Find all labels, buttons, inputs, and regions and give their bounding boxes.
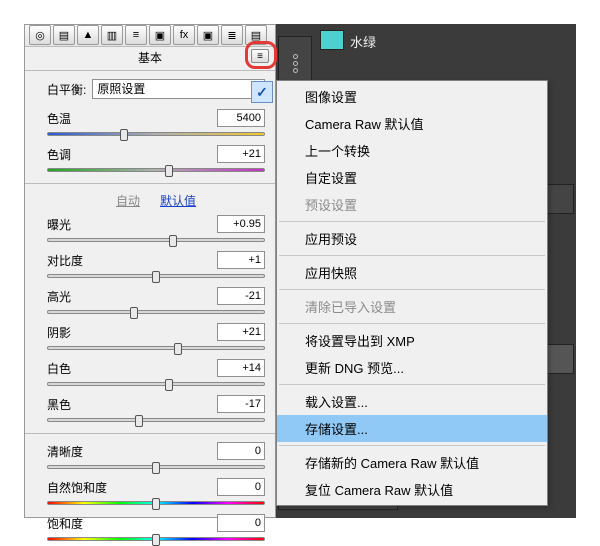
exposure-thumb[interactable]	[169, 235, 177, 247]
menu-update-dng[interactable]: 更新 DNG 预览...	[277, 354, 547, 381]
highlights-thumb[interactable]	[130, 307, 138, 319]
slider-exposure: 曝光	[47, 215, 265, 245]
saturation-value[interactable]	[217, 514, 265, 532]
exposure-value[interactable]	[217, 215, 265, 233]
tab-lens-icon[interactable]: ▣	[149, 25, 171, 45]
tab-presets-icon[interactable]: ≣	[221, 25, 243, 45]
tint-value[interactable]	[217, 145, 265, 163]
highlights-label: 高光	[47, 288, 71, 305]
tint-label: 色调	[47, 146, 71, 163]
color-swatch[interactable]	[320, 30, 344, 50]
tab-camera-icon[interactable]: ▣	[197, 25, 219, 45]
contrast-label: 对比度	[47, 252, 83, 269]
menu-image-settings[interactable]: 图像设置	[277, 83, 547, 110]
temp-thumb[interactable]	[120, 129, 128, 141]
panel-title-text: 基本	[138, 51, 162, 65]
menu-export-xmp[interactable]: 将设置导出到 XMP	[277, 327, 547, 354]
vibrance-thumb[interactable]	[152, 498, 160, 510]
exposure-label: 曝光	[47, 216, 71, 233]
blacks-thumb[interactable]	[135, 415, 143, 427]
tab-hsl-icon[interactable]: ▥	[101, 25, 123, 45]
slider-blacks: 黑色	[47, 395, 265, 425]
menu-save-new-defaults[interactable]: 存储新的 Camera Raw 默认值	[277, 449, 547, 476]
menu-apply-preset[interactable]: 应用预设	[277, 225, 547, 252]
host-block-1	[544, 184, 574, 214]
slider-clarity: 清晰度	[47, 442, 265, 472]
slider-tint: 色调	[47, 145, 265, 175]
menu-apply-snapshot[interactable]: 应用快照	[277, 259, 547, 286]
panel-title: 基本 ≡	[25, 47, 275, 71]
slider-highlights: 高光	[47, 287, 265, 317]
white-balance-label: 白平衡:	[47, 81, 86, 98]
saturation-thumb[interactable]	[152, 534, 160, 546]
vibrance-label: 自然饱和度	[47, 479, 107, 496]
panel-tab-strip: ◎ ▤ ▲ ▥ ≡ ▣ fx ▣ ≣ ▤	[25, 25, 275, 47]
vibrance-value[interactable]	[217, 478, 265, 496]
tab-fx-icon[interactable]: fx	[173, 25, 195, 45]
tint-thumb[interactable]	[165, 165, 173, 177]
menu-preset-settings: 预设设置	[277, 191, 547, 218]
temp-label: 色温	[47, 110, 71, 127]
white-balance-select[interactable]: 原照设置 ▾	[92, 79, 265, 99]
tab-split-icon[interactable]: ≡	[125, 25, 147, 45]
clarity-label: 清晰度	[47, 443, 83, 460]
menu-load-settings[interactable]: 载入设置...	[277, 388, 547, 415]
panel-flyout-button[interactable]: ≡	[251, 49, 269, 63]
menu-clear-imported: 清除已导入设置	[277, 293, 547, 320]
whites-thumb[interactable]	[165, 379, 173, 391]
host-block-2	[544, 344, 574, 374]
tab-curve-icon[interactable]: ▤	[53, 25, 75, 45]
flyout-context-menu: ✓ 图像设置 Camera Raw 默认值 上一个转换 自定设置 预设设置 应用…	[276, 80, 548, 506]
default-link[interactable]: 默认值	[160, 192, 196, 209]
white-balance-value: 原照设置	[97, 82, 145, 96]
whites-value[interactable]	[217, 359, 265, 377]
menu-prev-conversion[interactable]: 上一个转换	[277, 137, 547, 164]
shadows-label: 阴影	[47, 324, 71, 341]
blacks-value[interactable]	[217, 395, 265, 413]
whites-label: 白色	[47, 360, 71, 377]
contrast-thumb[interactable]	[152, 271, 160, 283]
slider-whites: 白色	[47, 359, 265, 389]
slider-vibrance: 自然饱和度	[47, 478, 265, 508]
menu-save-settings[interactable]: 存储设置...	[277, 415, 547, 442]
clarity-thumb[interactable]	[152, 462, 160, 474]
clarity-value[interactable]	[217, 442, 265, 460]
highlights-value[interactable]	[217, 287, 265, 305]
shadows-thumb[interactable]	[174, 343, 182, 355]
color-swatch-label: 水绿	[350, 32, 376, 51]
tab-basic-icon[interactable]: ◎	[29, 25, 51, 45]
camera-raw-panel: ◎ ▤ ▲ ▥ ≡ ▣ fx ▣ ≣ ▤ 基本 ≡ 白平衡: 原照设置 ▾	[24, 24, 276, 518]
temp-value[interactable]	[217, 109, 265, 127]
auto-link[interactable]: 自动	[116, 192, 140, 209]
blacks-label: 黑色	[47, 396, 71, 413]
tab-detail-icon[interactable]: ▲	[77, 25, 99, 45]
menu-custom-settings[interactable]: 自定设置	[277, 164, 547, 191]
menu-check-icon: ✓	[251, 81, 273, 103]
slider-saturation: 饱和度	[47, 514, 265, 544]
shadows-value[interactable]	[217, 323, 265, 341]
contrast-value[interactable]	[217, 251, 265, 269]
slider-temperature: 色温	[47, 109, 265, 139]
saturation-label: 饱和度	[47, 515, 83, 532]
menu-reset-defaults[interactable]: 复位 Camera Raw 默认值	[277, 476, 547, 503]
tab-snapshots-icon[interactable]: ▤	[245, 25, 267, 45]
slider-contrast: 对比度	[47, 251, 265, 281]
slider-shadows: 阴影	[47, 323, 265, 353]
menu-cr-defaults[interactable]: Camera Raw 默认值	[277, 110, 547, 137]
